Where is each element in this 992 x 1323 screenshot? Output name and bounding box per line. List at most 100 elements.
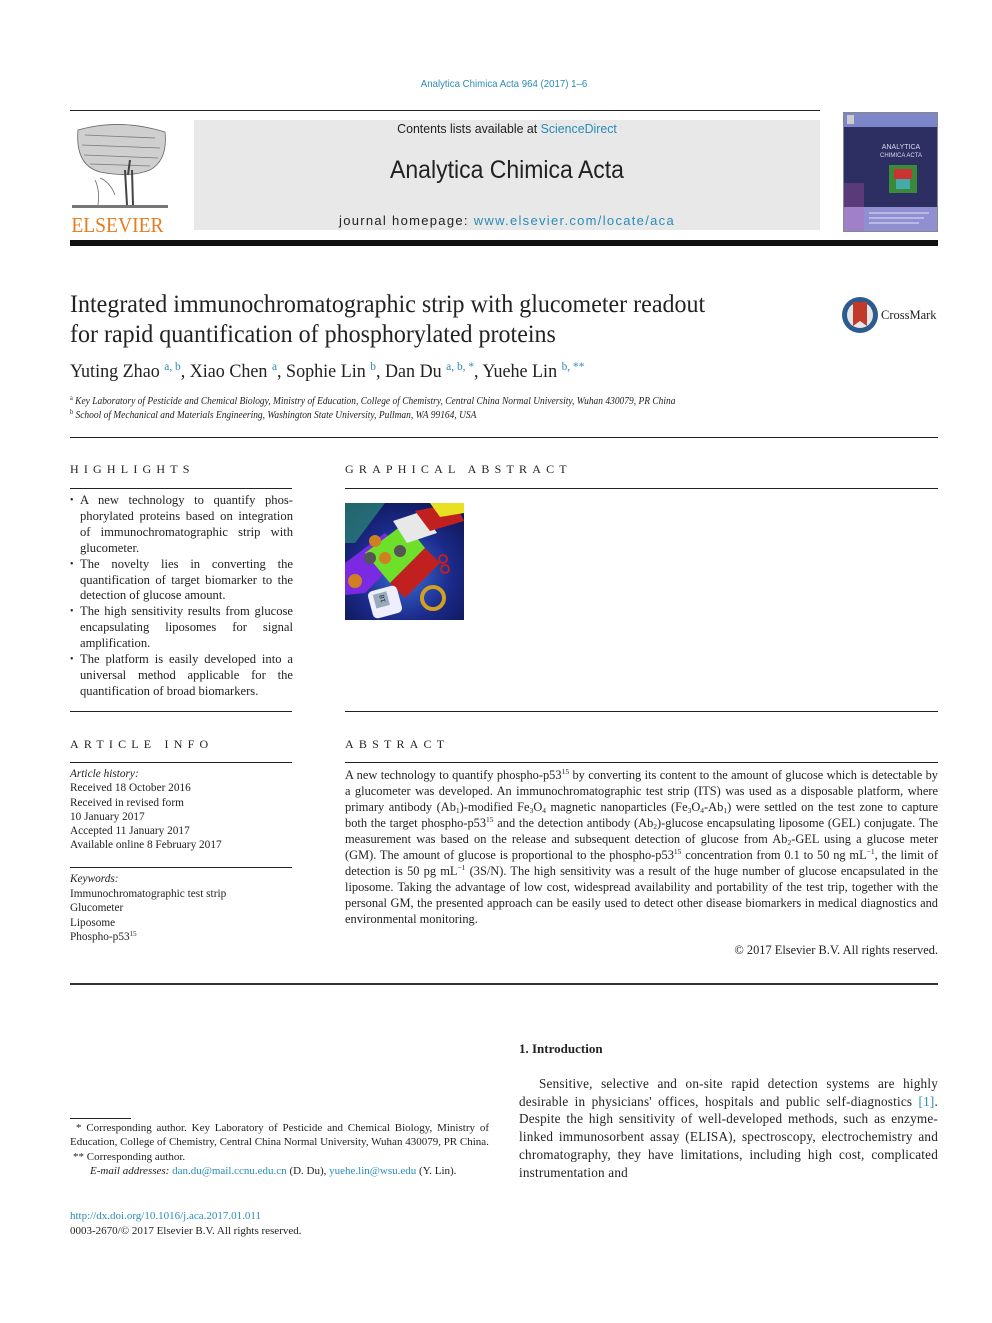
keyword-item[interactable]: Liposome — [70, 916, 292, 931]
graphical-abstract-heading: GRAPHICAL ABSTRACT — [345, 462, 572, 476]
author-separator: , — [474, 361, 483, 382]
journal-citation[interactable]: Analytica Chimica Acta 964 (2017) 1–6 — [40, 78, 967, 90]
crossmark-icon — [842, 297, 878, 333]
article-history: Article history: Received 18 October 201… — [70, 767, 292, 853]
header-thick-rule — [70, 240, 938, 246]
graphical-abstract-rule — [345, 488, 938, 489]
abstract-text-run: O — [691, 800, 701, 814]
sciencedirect-link[interactable]: ScienceDirect — [541, 121, 617, 136]
article-info-rule — [70, 762, 292, 763]
affiliation-a: a Key Laboratory of Pesticide and Chemic… — [70, 394, 676, 408]
corresponding-author-note-2: ** Corresponding author. — [73, 1150, 186, 1163]
author[interactable]: Yuting Zhao a, b — [70, 359, 181, 382]
email-owner: (D. Du), — [286, 1164, 330, 1177]
affiliation-b: b School of Mechanical and Materials Eng… — [70, 408, 477, 422]
email-owner: (Y. Lin). — [416, 1164, 457, 1177]
journal-name[interactable]: Analytica Chimica Acta — [219, 156, 795, 185]
contents-line: Contents lists available at ScienceDirec… — [210, 121, 805, 136]
keywords-rule — [70, 867, 292, 868]
author-name: Dan Du — [385, 361, 442, 382]
elsevier-wordmark: ELSEVIER — [71, 213, 164, 237]
keyword-sup: 15 — [129, 930, 137, 939]
footnote-rule — [70, 1118, 131, 1119]
keywords: Keywords: Immunochromatographic test str… — [70, 872, 292, 945]
author-name: Sophie Lin — [286, 361, 366, 382]
cover-title-2: CHIMICA ACTA — [880, 153, 922, 159]
author[interactable]: Dan Du a, b, * — [385, 359, 474, 382]
elsevier-tree-icon — [72, 124, 168, 208]
author-name: Yuehe Lin — [482, 361, 558, 382]
abstract-text-run: and the detection antibody (Ab — [493, 816, 654, 830]
history-item: 10 January 2017 — [70, 810, 145, 823]
title-block-rule — [70, 437, 938, 438]
abstract-heading: ABSTRACT — [345, 737, 450, 751]
highlight-item: The high sensitivity results from glucos… — [70, 604, 293, 652]
affiliation-text: School of Mechanical and Materials Engin… — [75, 410, 477, 421]
highlight-item: A new technology to quantify phos­phoryl… — [70, 493, 293, 557]
author-affil-sup[interactable]: a, b, * — [446, 359, 474, 373]
graphical-abstract-art: 18 — [345, 503, 464, 620]
graphical-abstract-rule-bottom — [345, 711, 938, 712]
graphical-abstract-image[interactable]: 18 — [345, 503, 464, 620]
keyword-text: Phospho-p53 — [70, 931, 130, 944]
corresponding-author-note: * Corresponding author. Key Laboratory o… — [70, 1122, 489, 1149]
author[interactable]: Sophie Lin b — [286, 360, 376, 382]
abstract-text-run: magnetic nanoparticles (Fe — [546, 800, 688, 814]
email-link-du[interactable]: dan.du@mail.ccnu.edu.cn — [172, 1165, 287, 1177]
highlight-item: The platform is easily developed into a … — [70, 652, 293, 700]
keywords-label: Keywords: — [70, 873, 119, 885]
front-matter-rule — [70, 983, 938, 985]
article-title: Integrated immunochromatographic strip w… — [70, 290, 800, 350]
introduction-paragraph: Sensitive, selective and on-site rapid d… — [519, 1075, 938, 1181]
intro-text: Sensitive, selective and on-site rapid d… — [519, 1076, 938, 1109]
keyword-item[interactable]: Immunochromatographic test strip — [70, 887, 292, 902]
abstract-copyright: © 2017 Elsevier B.V. All rights reserved… — [734, 943, 938, 957]
author-separator: , — [180, 361, 190, 382]
abstract-superscript: −1 — [866, 847, 875, 856]
title-line-1: Integrated immunochromatographic strip w… — [70, 291, 706, 318]
abstract-text-run: -Ab — [704, 800, 724, 814]
highlights-list: A new technology to quantify phos­phoryl… — [70, 493, 293, 700]
keyword-item[interactable]: Phospho-p5315 — [70, 930, 292, 945]
introduction-heading: 1. Introduction — [519, 1041, 603, 1056]
email-link-lin[interactable]: yuehe.lin@wsu.edu — [329, 1165, 416, 1177]
crossmark-label: CrossMark — [881, 308, 937, 322]
email-addresses: E-mail addresses: dan.du@mail.ccnu.edu.c… — [70, 1164, 489, 1178]
journal-masthead: Contents lists available at ScienceDirec… — [194, 120, 820, 230]
history-item: Accepted 11 January 2017 — [70, 825, 190, 838]
journal-cover-image[interactable]: ANALYTICA CHIMICA ACTA — [843, 112, 938, 232]
journal-homepage-link[interactable]: www.elsevier.com/locate/aca — [474, 213, 675, 228]
elsevier-logo[interactable]: ELSEVIER — [70, 120, 172, 237]
history-item: Received in revised form — [70, 796, 184, 809]
affiliation-text: Key Laboratory of Pesticide and Chemical… — [75, 396, 676, 407]
author-name: Yuting Zhao — [70, 361, 160, 382]
crossmark-button[interactable]: CrossMark — [841, 296, 941, 334]
highlights-heading: HIGHLIGHTS — [70, 462, 195, 476]
abstract-text-run: concentration from 0.1 to 50 ng mL — [681, 848, 867, 862]
cover-art: ANALYTICA CHIMICA ACTA — [844, 113, 937, 231]
doi-link[interactable]: http://dx.doi.org/10.1016/j.aca.2017.01.… — [70, 1210, 261, 1222]
reference-link[interactable]: [1] — [919, 1094, 935, 1109]
abstract-text: A new technology to quantify phospho-p53… — [345, 767, 938, 927]
homepage-line: journal homepage: www.elsevier.com/locat… — [194, 213, 820, 228]
history-item: Received 18 October 2016 — [70, 782, 191, 795]
author-affil-sup[interactable]: a, b — [164, 359, 180, 373]
keyword-item[interactable]: Glucometer — [70, 901, 292, 916]
homepage-prefix: journal homepage: — [339, 213, 474, 228]
cover-title-1: ANALYTICA — [882, 144, 921, 151]
history-item: Available online 8 February 2017 — [70, 839, 222, 852]
affiliation-key: b — [70, 408, 74, 416]
header-rule — [70, 110, 820, 111]
affiliation-key: a — [70, 394, 73, 402]
email-label: E-mail addresses: — [90, 1164, 173, 1177]
author[interactable]: Xiao Chen a — [189, 360, 277, 382]
author-list: Yuting Zhao a, b, Xiao Chen a, Sophie Li… — [70, 359, 585, 383]
abstract-superscript: 15 — [561, 767, 570, 776]
abstract-text-run: O — [533, 800, 543, 814]
highlight-item: The novelty lies in converting the quant… — [70, 557, 293, 605]
author-name: Xiao Chen — [189, 361, 268, 382]
author[interactable]: Yuehe Lin b, ** — [482, 359, 585, 382]
abstract-rule — [345, 762, 938, 763]
author-affil-sup[interactable]: b, ** — [562, 359, 585, 373]
footnotes: * Corresponding author. Key Laboratory o… — [70, 1121, 489, 1178]
